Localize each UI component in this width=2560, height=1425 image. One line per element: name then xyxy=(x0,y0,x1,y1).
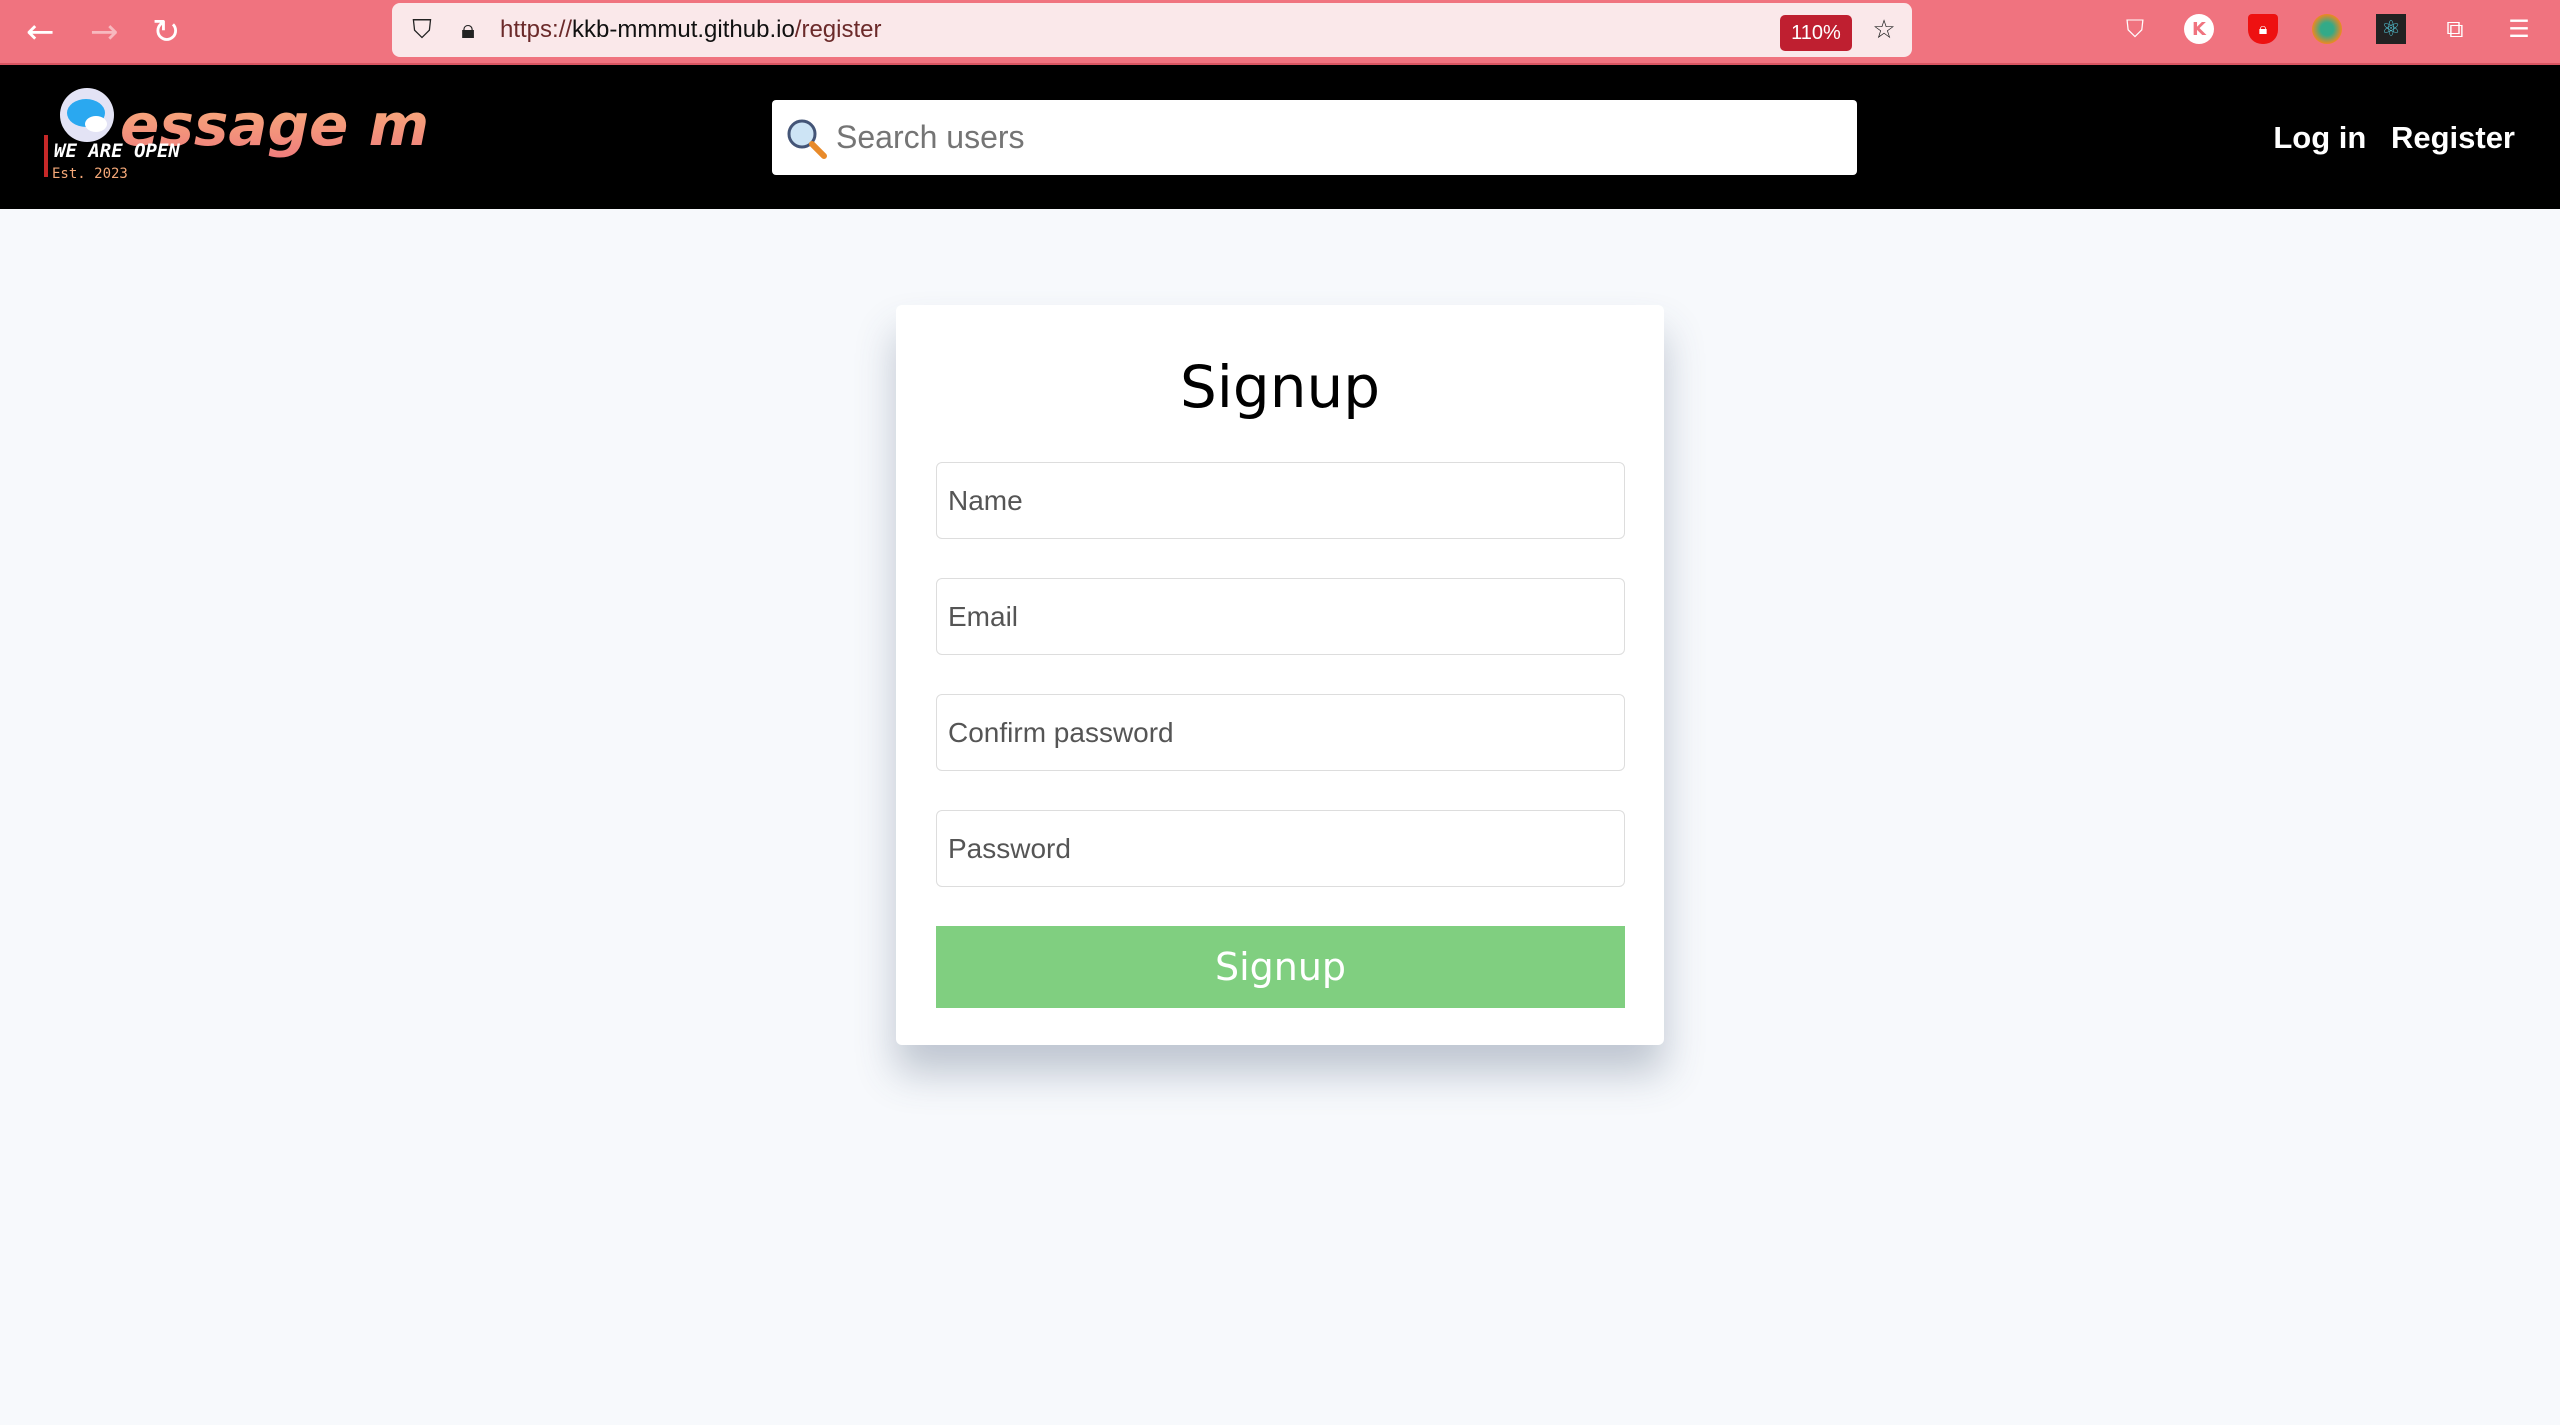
confirm-password-input[interactable] xyxy=(936,694,1625,771)
menu-icon[interactable]: ☰ xyxy=(2504,14,2534,44)
search-input[interactable] xyxy=(836,119,1736,156)
search-bar[interactable] xyxy=(772,100,1857,175)
signup-button[interactable]: Signup xyxy=(936,926,1625,1008)
password-input[interactable] xyxy=(936,810,1625,887)
name-input[interactable] xyxy=(936,462,1625,539)
bookmark-star-icon[interactable]: ☆ xyxy=(1868,14,1900,46)
shield-lock-extension-icon[interactable]: 🔒︎ xyxy=(2248,14,2278,44)
k-extension-icon[interactable]: K xyxy=(2184,14,2214,44)
zoom-badge[interactable]: 110% xyxy=(1780,15,1852,51)
form-title: Signup xyxy=(1179,353,1381,421)
pocket-icon[interactable]: ⛉ xyxy=(2120,14,2150,44)
url-host: kkb-mmmut.github.io xyxy=(572,16,795,43)
react-devtools-icon[interactable]: ⚛ xyxy=(2376,14,2406,44)
logo[interactable]: essage me WE ARE OPEN Est. 2023 xyxy=(40,87,468,187)
site-header: essage me WE ARE OPEN Est. 2023 Log in R… xyxy=(0,65,2560,209)
reload-icon[interactable]: ↻ xyxy=(152,14,181,50)
lock-icon[interactable]: 🔒︎ xyxy=(452,14,484,46)
shield-icon[interactable]: ⛉ xyxy=(406,14,438,46)
email-input[interactable] xyxy=(936,578,1625,655)
register-link[interactable]: Register xyxy=(2391,120,2515,155)
forward-icon[interactable]: → xyxy=(90,14,119,50)
url-prefix: https:// xyxy=(500,16,573,43)
svg-text:Est. 2023: Est. 2023 xyxy=(52,166,128,182)
extensions-puzzle-icon[interactable]: ⧉ xyxy=(2440,14,2470,44)
address-bar[interactable]: ⛉ 🔒︎ https://kkb-mmmut.github.io/registe… xyxy=(392,3,1912,57)
browser-toolbar: ← → ↻ ⛉ 🔒︎ https://kkb-mmmut.github.io/r… xyxy=(0,0,2560,65)
logo-image: essage me WE ARE OPEN Est. 2023 xyxy=(44,88,468,182)
back-icon[interactable]: ← xyxy=(26,14,55,50)
login-link[interactable]: Log in xyxy=(2273,120,2366,155)
signup-card: Signup Signup xyxy=(896,305,1664,1045)
download-manager-icon[interactable] xyxy=(2312,14,2342,44)
url-path: /register xyxy=(794,16,882,43)
magnifier-icon xyxy=(787,119,827,159)
svg-text:WE ARE OPEN: WE ARE OPEN xyxy=(54,140,180,162)
url-text[interactable]: https://kkb-mmmut.github.io/register xyxy=(500,16,882,44)
